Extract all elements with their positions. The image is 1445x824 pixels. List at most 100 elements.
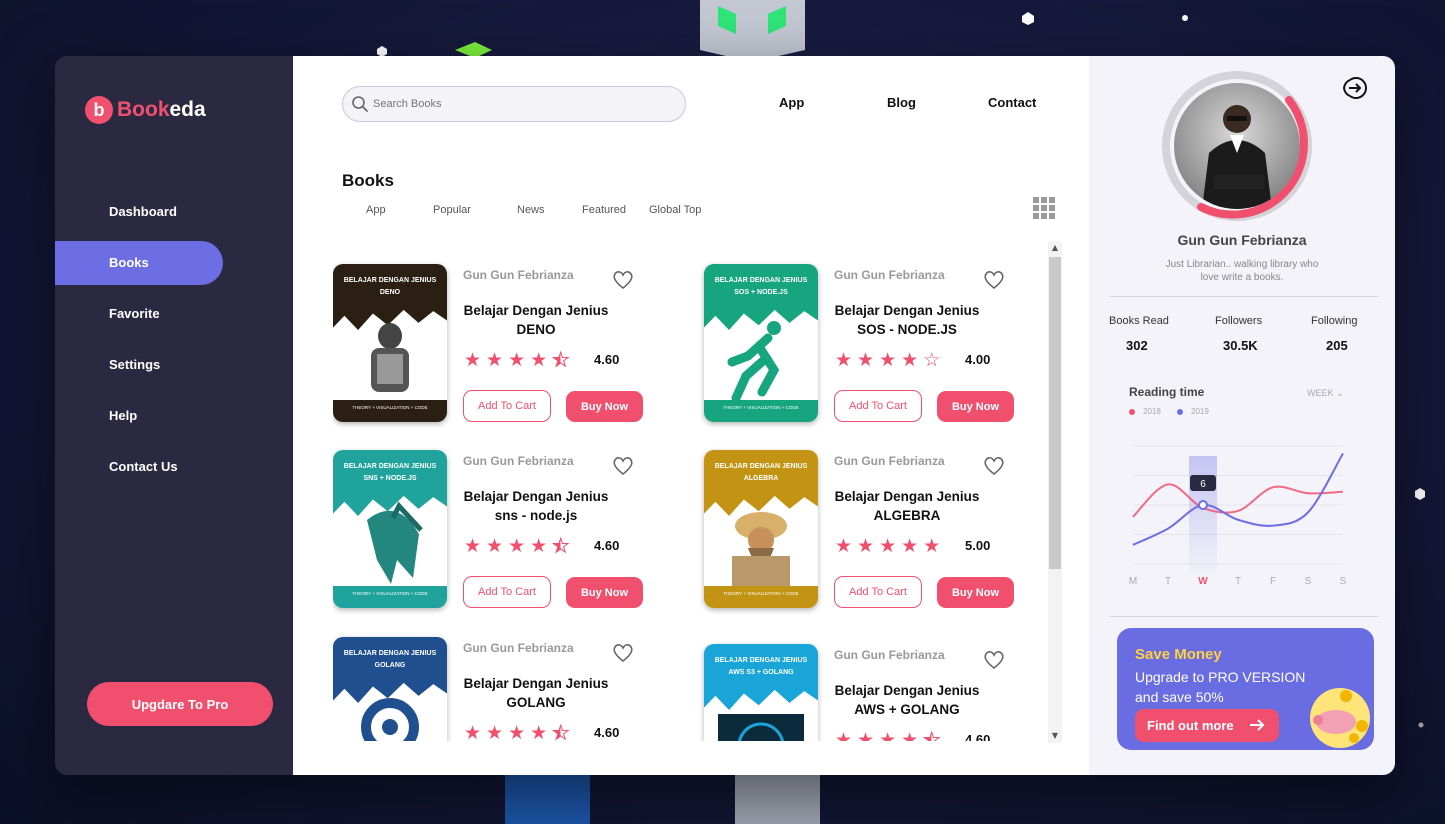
add-to-cart-button[interactable]: Add To Cart: [463, 390, 551, 422]
divider: [1109, 616, 1379, 617]
star-filled-icon: ★: [486, 349, 504, 371]
star-filled-icon: ★: [464, 722, 482, 741]
rating-value: 4.60: [965, 732, 991, 741]
stat-value-followers: 30.5K: [1223, 338, 1258, 353]
sidebar-item-favorite[interactable]: Favorite: [55, 292, 293, 336]
cloud-icon: [718, 714, 804, 741]
tab-global-top[interactable]: Global Top: [649, 204, 701, 216]
nav-link-blog[interactable]: Blog: [887, 95, 916, 110]
scrollbar-thumb[interactable]: [1049, 257, 1061, 569]
sidebar-item-help[interactable]: Help: [55, 394, 293, 438]
nav-link-contact[interactable]: Contact: [988, 95, 1036, 110]
book-author: Gun Gun Febrianza: [463, 268, 574, 282]
star-filled-icon: ★: [857, 535, 875, 557]
rating-value: 4.60: [594, 352, 620, 367]
avatar[interactable]: [1174, 83, 1300, 209]
gear-icon: [361, 698, 419, 741]
search-input[interactable]: [373, 98, 673, 110]
book-cover[interactable]: BELAJAR DENGAN JENIUS AWS S3 + GOLANG: [704, 644, 818, 741]
x-tick-label: W: [1198, 576, 1208, 587]
book-cover[interactable]: BELAJAR DENGAN JENIUS SNS + NODE.JS THEORY…: [333, 450, 447, 608]
cover-title: BELAJAR DENGAN JENIUS: [714, 463, 808, 470]
x-tick-label: F: [1270, 576, 1276, 587]
heart-icon[interactable]: [983, 270, 1005, 290]
grid-view-icon[interactable]: [1033, 197, 1055, 219]
buy-now-button[interactable]: Buy Now: [937, 577, 1014, 608]
cover-title: BELAJAR DENGAN JENIUS: [714, 657, 808, 664]
buy-now-button[interactable]: Buy Now: [566, 391, 643, 422]
buy-now-button[interactable]: Buy Now: [566, 577, 643, 608]
search-icon: [352, 96, 368, 112]
book-title[interactable]: Belajar Dengan Jenius SOS - NODE.JS: [824, 301, 990, 339]
book-cover[interactable]: BELAJAR DENGAN JENIUS GOLANG: [333, 637, 447, 741]
star-filled-icon: ★: [508, 722, 526, 741]
scrollbar[interactable]: ▲ ▼: [1048, 241, 1062, 743]
book-title[interactable]: Belajar Dengan Jenius DENO: [453, 301, 619, 339]
star-filled-icon: ★: [835, 349, 853, 371]
heart-icon[interactable]: [983, 650, 1005, 670]
star-filled-icon: ★: [901, 729, 919, 741]
sidebar-nav: Dashboard Books Favorite Settings Help C…: [55, 190, 293, 496]
sidebar-item-dashboard[interactable]: Dashboard: [55, 190, 293, 234]
tooltip-value: 6: [1200, 479, 1206, 490]
series-line-2018: [1132, 483, 1344, 518]
book-cover[interactable]: BELAJAR DENGAN JENIUS ALGEBRA THEORY + VIS…: [704, 450, 818, 608]
cover-footer: THEORY + VISUALIZATION + CODE: [704, 586, 818, 608]
heart-icon[interactable]: [612, 643, 634, 663]
period-select[interactable]: WEEK ⌄: [1307, 388, 1344, 399]
sidebar-item-settings[interactable]: Settings: [55, 343, 293, 387]
search-bar[interactable]: [342, 86, 686, 122]
profile-panel: Gun Gun Febrianza Just Librarian.. walki…: [1089, 56, 1395, 775]
star-rating: ★ ★ ★ ★ ★: [464, 535, 574, 557]
heart-icon[interactable]: [612, 456, 634, 476]
star-filled-icon: ★: [530, 722, 548, 741]
profile-bio: Just Librarian.. walking library who lov…: [1165, 259, 1319, 283]
star-filled-icon: ★: [464, 349, 482, 371]
star-half-icon: ★: [552, 349, 570, 371]
stat-label-books-read: Books Read: [1109, 315, 1169, 327]
tab-featured[interactable]: Featured: [582, 204, 626, 216]
logout-icon[interactable]: [1341, 75, 1367, 101]
legend-2019: 2019: [1177, 407, 1209, 416]
add-to-cart-button[interactable]: Add To Cart: [834, 576, 922, 608]
sidebar-item-books[interactable]: Books: [55, 241, 223, 285]
star-filled-icon: ★: [901, 349, 919, 371]
scroll-up-arrow-icon[interactable]: ▲: [1048, 241, 1062, 255]
page-title: Books: [342, 171, 394, 190]
star-filled-icon: ★: [857, 349, 875, 371]
add-to-cart-button[interactable]: Add To Cart: [834, 390, 922, 422]
piggy-bank-icon: [1310, 688, 1370, 748]
book-cover[interactable]: BELAJAR DENGAN JENIUS DENO THEORY + VISUAL…: [333, 264, 447, 422]
cover-title: BELAJAR DENGAN JENIUS: [343, 463, 437, 470]
buy-now-button[interactable]: Buy Now: [937, 391, 1014, 422]
tab-news[interactable]: News: [517, 204, 545, 216]
stat-value-following: 205: [1326, 338, 1348, 353]
book-cover[interactable]: BELAJAR DENGAN JENIUS SOS + NODE.JS THEORY…: [704, 264, 818, 422]
book-title[interactable]: Belajar Dengan Jenius ALGEBRA: [824, 487, 990, 525]
sidebar-item-contact-us[interactable]: Contact Us: [55, 445, 293, 489]
upgrade-to-pro-button[interactable]: Upgdare To Pro: [87, 682, 273, 726]
book-card: BELAJAR DENGAN JENIUS DENO THEORY + VISUAL…: [333, 264, 653, 434]
star-filled-icon: ★: [486, 535, 504, 557]
data-point: [1198, 500, 1208, 510]
logo[interactable]: b Bookeda: [85, 96, 206, 124]
stat-label-following: Following: [1311, 315, 1358, 327]
cover-title: BELAJAR DENGAN JENIUS: [343, 650, 437, 657]
star-filled-icon: ★: [835, 535, 853, 557]
heart-icon[interactable]: [983, 456, 1005, 476]
tab-app[interactable]: App: [366, 204, 386, 216]
heart-icon[interactable]: [612, 270, 634, 290]
book-title[interactable]: Belajar Dengan Jenius GOLANG: [453, 674, 619, 712]
avatar-ring: [1161, 70, 1313, 222]
find-out-more-button[interactable]: Find out more: [1135, 709, 1279, 742]
promo-title: Save Money: [1135, 646, 1222, 663]
x-tick-label: T: [1165, 576, 1171, 587]
x-tick-label: S: [1305, 576, 1312, 587]
scroll-down-arrow-icon[interactable]: ▼: [1048, 729, 1062, 743]
book-title[interactable]: Belajar Dengan Jenius AWS + GOLANG: [824, 681, 990, 719]
profile-name: Gun Gun Febrianza: [1177, 232, 1307, 248]
book-title[interactable]: Belajar Dengan Jenius sns - node.js: [453, 487, 619, 525]
nav-link-app[interactable]: App: [779, 95, 804, 110]
tab-popular[interactable]: Popular: [433, 204, 471, 216]
add-to-cart-button[interactable]: Add To Cart: [463, 576, 551, 608]
